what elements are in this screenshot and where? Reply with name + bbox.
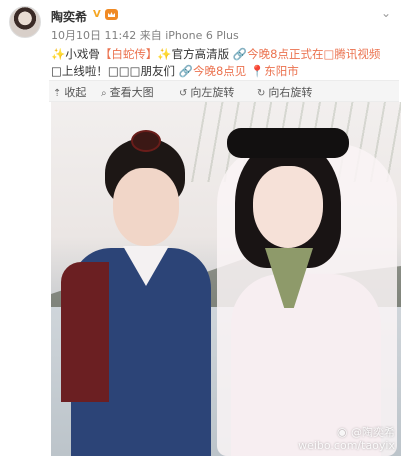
topic-link[interactable]: 【白蛇传】 (100, 47, 158, 61)
rotate-right-icon: ↻ (257, 88, 266, 99)
post-date[interactable]: 10月10日 11:42 (51, 29, 136, 42)
boy-vest (61, 262, 109, 402)
post-content: ✨小戏骨【白蛇传】✨官方高清版 🔗今晚8点正式在□腾讯视频 □上线啦！□□□朋友… (51, 46, 397, 80)
post-source[interactable]: iPhone 6 Plus (165, 29, 239, 42)
content-text: 官方高清版 (171, 47, 230, 61)
content-text: □上线啦！□□□朋友们 (51, 64, 175, 78)
collapse-label: 收起 (64, 86, 87, 99)
arrow-up-icon: ⇡ (53, 88, 62, 99)
chevron-down-icon[interactable]: ⌄ (381, 6, 391, 20)
content-line-2: □上线啦！□□□朋友们 🔗今晚8点见 📍东阳市 (51, 63, 397, 80)
rotate-right-label: 向右旋转 (268, 86, 313, 99)
location-pin-icon[interactable]: 📍 (250, 64, 264, 78)
view-large-button[interactable]: ⌕ 查看大图 (101, 84, 154, 100)
crown-icon[interactable] (105, 9, 118, 20)
avatar[interactable] (9, 6, 41, 38)
vip-icon[interactable]: V (93, 9, 101, 20)
content-text: 小戏骨 (65, 47, 100, 61)
weibo-logo-icon: ◉ (337, 425, 348, 439)
magnifier-icon: ⌕ (101, 88, 107, 99)
girl-face (253, 166, 323, 248)
watermark-url: weibo.com/taoyix (298, 439, 395, 452)
rotate-left-label: 向左旋转 (190, 86, 235, 99)
content-line-1: ✨小戏骨【白蛇传】✨官方高清版 🔗今晚8点正式在□腾讯视频 (51, 46, 397, 63)
location-link[interactable]: 东阳市 (264, 64, 299, 78)
sparkle-icon: ✨ (157, 47, 172, 61)
content-link[interactable]: 今晚8点正式在□腾讯视频 (247, 47, 380, 61)
image-toolbar: ⇡ 收起 ⌕ 查看大图 ↺ 向左旋转 ↻ 向右旋转 (49, 80, 399, 102)
post-meta: 10月10日 11:42 来自 iPhone 6 Plus (51, 27, 239, 43)
girl-figure (201, 124, 401, 456)
weibo-post: 陶奕希 V ⌄ 10月10日 11:42 来自 iPhone 6 Plus ✨小… (0, 0, 405, 460)
link-chain-icon[interactable]: 🔗 (179, 64, 193, 78)
watermark-name: @陶奕希 (351, 426, 395, 439)
boy-figure (61, 130, 211, 456)
link-chain-icon[interactable]: 🔗 (233, 47, 247, 61)
post-image[interactable]: ◉ @陶奕希 weibo.com/taoyix (51, 102, 401, 456)
boy-hair-bun (131, 130, 161, 152)
view-large-label: 查看大图 (109, 86, 154, 99)
author-name[interactable]: 陶奕希 (51, 8, 87, 25)
sparkle-icon: ✨ (51, 47, 66, 61)
image-watermark: ◉ @陶奕希 weibo.com/taoyix (298, 425, 395, 453)
girl-hair-buns (227, 128, 349, 158)
source-prefix: 来自 (139, 29, 162, 42)
content-link[interactable]: 今晚8点见 (193, 64, 246, 78)
rotate-left-button[interactable]: ↺ 向左旋转 (179, 84, 234, 100)
rotate-right-button[interactable]: ↻ 向右旋转 (257, 84, 312, 100)
collapse-button[interactable]: ⇡ 收起 (53, 84, 86, 100)
boy-face (113, 168, 179, 246)
rotate-left-icon: ↺ (179, 88, 188, 99)
